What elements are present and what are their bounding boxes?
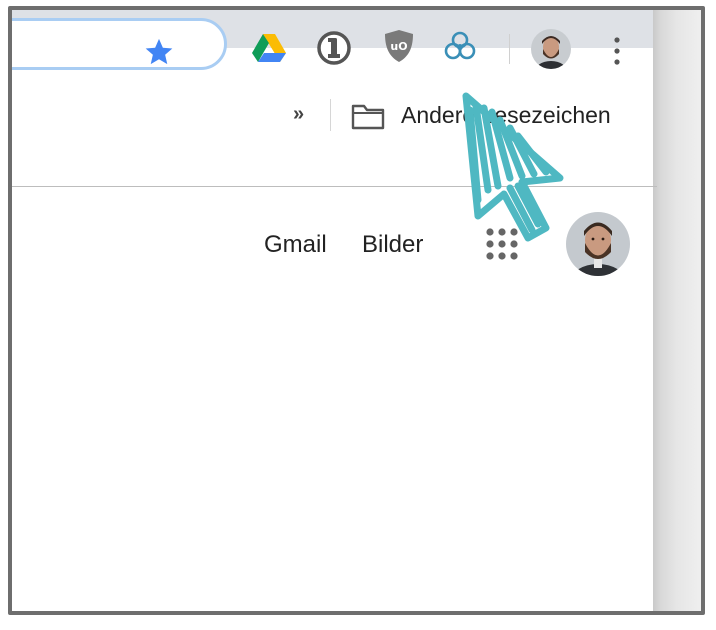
toolbar-divider: [509, 34, 510, 64]
bookmark-star-icon[interactable]: [143, 36, 175, 68]
google-account-avatar[interactable]: [566, 212, 630, 276]
bookmarks-overflow-button[interactable]: »: [293, 103, 304, 126]
address-bar[interactable]: [12, 18, 227, 70]
1password-icon[interactable]: [316, 30, 352, 66]
svg-text:uO: uO: [390, 40, 407, 53]
cursor-extension-icon[interactable]: [442, 28, 478, 64]
folder-icon: [351, 104, 385, 130]
browser-window: uO » Andere Lesezeichen Gmail Bilder: [8, 6, 705, 615]
annotation-cursor-arrow: [462, 92, 564, 242]
bookmarks-divider: [330, 99, 331, 131]
profile-avatar[interactable]: [531, 29, 571, 69]
window-shadow: [653, 10, 701, 611]
ublock-origin-icon[interactable]: uO: [384, 29, 414, 63]
gmail-link[interactable]: Gmail: [264, 231, 327, 259]
kebab-menu-icon[interactable]: [610, 35, 624, 67]
google-drive-icon[interactable]: [252, 33, 286, 63]
images-link[interactable]: Bilder: [362, 231, 423, 259]
